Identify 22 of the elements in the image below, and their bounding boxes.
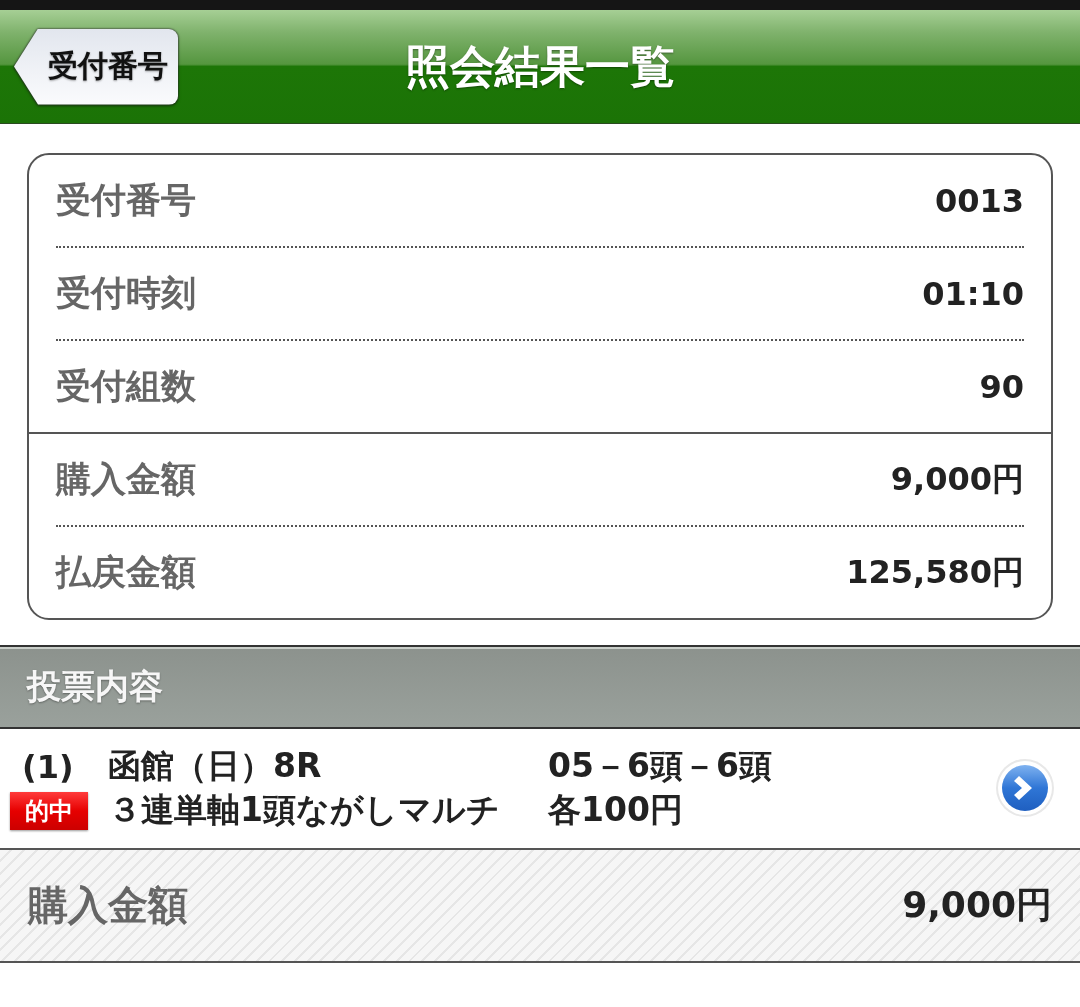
hit-badge: 的中: [10, 791, 88, 830]
bet-number: (1): [22, 747, 75, 786]
info-label: 購入金額: [56, 458, 196, 501]
info-label: 受付組数: [56, 365, 196, 408]
info-value: 125,580円: [846, 551, 1024, 593]
info-value: 01:10: [922, 274, 1024, 313]
bet-venue: 函館（日）8R: [108, 745, 323, 787]
chevron-right-icon[interactable]: [994, 757, 1056, 820]
back-button[interactable]: 受付番号: [14, 28, 178, 105]
info-label: 受付時刻: [56, 272, 196, 315]
section-title: 投票内容: [27, 665, 163, 708]
info-label: 払戻金額: [56, 551, 196, 594]
bet-type: ３連単軸1頭ながしマルチ: [108, 789, 501, 831]
total-label: 購入金額: [28, 881, 188, 930]
info-value: 0013: [934, 181, 1024, 220]
bet-selection: 05－6頭－6頭: [548, 745, 773, 787]
total-value: 9,000円: [902, 883, 1052, 927]
bet-stake: 各100円: [548, 789, 684, 831]
info-value: 90: [979, 367, 1024, 406]
page-title: 照会結果一覧: [405, 38, 675, 95]
info-value: 9,000円: [890, 458, 1024, 500]
info-label: 受付番号: [56, 179, 196, 222]
